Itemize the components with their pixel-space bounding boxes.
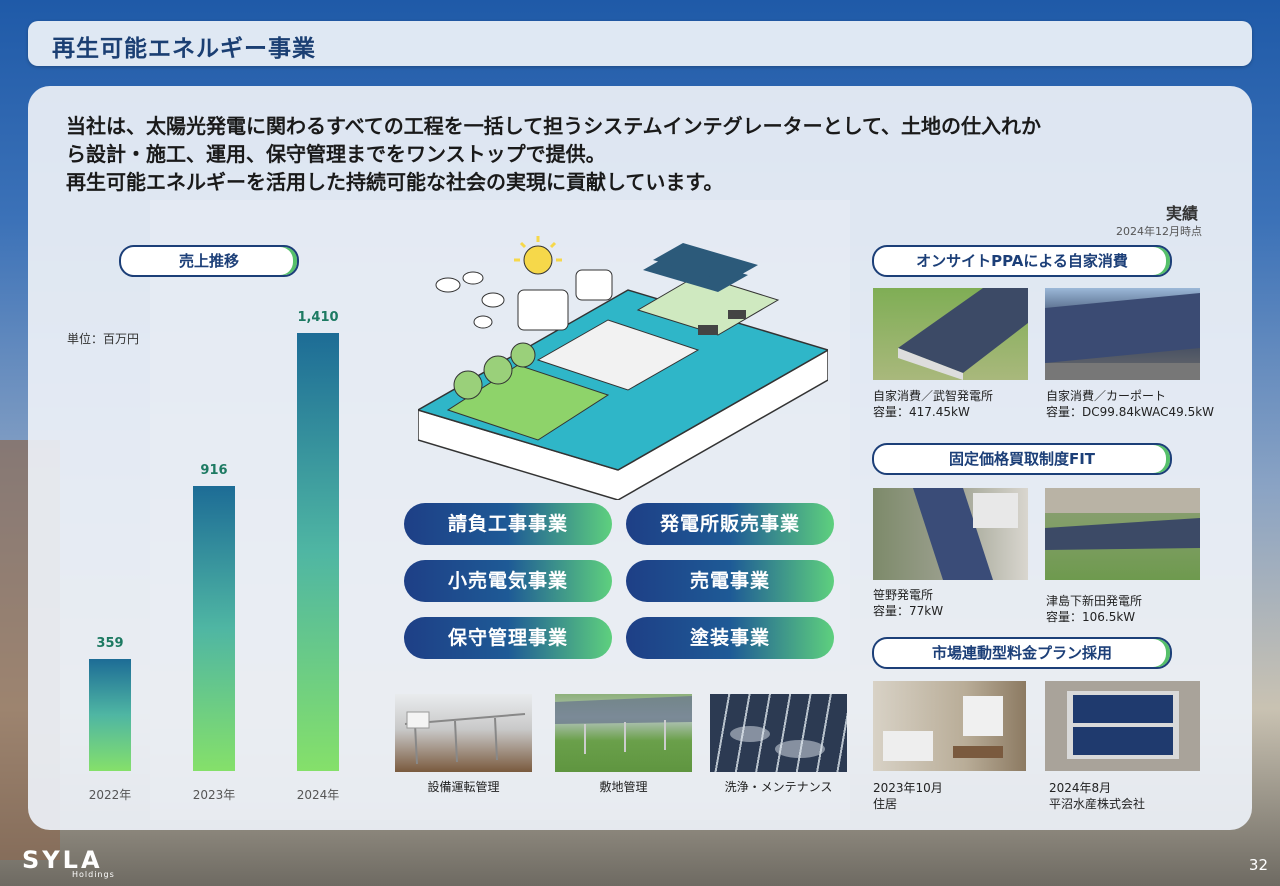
photo-hiranuma-suisan — [1045, 681, 1200, 771]
chart-category-label: 2024年 — [296, 788, 340, 802]
service-button-retail-electricity[interactable]: 小売電気事業 — [404, 560, 612, 602]
photo-site-management — [555, 694, 692, 772]
site-capacity: 容量：77kW — [873, 604, 944, 618]
service-button-plant-sales[interactable]: 発電所販売事業 — [626, 503, 834, 545]
site-caption: 2023年10月 住居 — [873, 780, 943, 812]
intro-line: 当社は、太陽光発電に関わるすべての工程を一括して担うシステムインテグレーターとし… — [66, 114, 1041, 138]
rooftop-solar-illustration — [898, 288, 1028, 380]
site-name: 津島下新田発電所 — [1046, 594, 1143, 608]
page-number: 32 — [1248, 856, 1268, 874]
solar-array-illustration — [555, 696, 692, 754]
chart-bar-value-label: 916 — [200, 463, 228, 479]
photo-equipment-operation — [395, 694, 532, 772]
photo-caption: 敷地管理 — [599, 780, 648, 794]
chart-unit: 単位：百万円 — [67, 332, 140, 346]
chart-bar-value-label: 1,410 — [297, 310, 339, 325]
chart-bar-value-label: 359 — [96, 636, 124, 652]
service-button-maintenance[interactable]: 保守管理事業 — [404, 617, 612, 659]
photo-caption: 洗浄・メンテナンス — [724, 780, 833, 794]
chart-bar — [297, 333, 339, 771]
site-caption: 自家消費／カーポート 容量：DC99.84kWAC49.5kW — [1046, 388, 1214, 420]
site-label: 住居 — [873, 797, 898, 811]
service-button-contract-construction[interactable]: 請負工事事業 — [404, 503, 612, 545]
interior-illustration — [883, 696, 1003, 761]
company-logo-sub: Holdings — [72, 870, 115, 879]
site-label: 平沼水産株式会社 — [1049, 797, 1146, 811]
sales-title-pill: 売上推移 — [119, 245, 299, 277]
achievements-label: 実績 — [1165, 204, 1198, 223]
photo-tsushima-plant — [1045, 488, 1200, 580]
site-capacity: 容量：106.5kW — [1046, 610, 1136, 624]
page-title: 再生可能エネルギー事業 — [52, 36, 316, 62]
site-caption: 自家消費／武智発電所 容量：417.45kW — [873, 388, 993, 420]
aerial-solar-illustration — [913, 488, 1018, 580]
site-capacity: 容量：417.45kW — [873, 405, 970, 419]
intro-line: 再生可能エネルギーを活用した持続可能な社会の実現に貢献しています。 — [66, 170, 724, 194]
carport-solar-illustration — [1045, 293, 1200, 380]
photo-sasano-plant — [873, 488, 1028, 580]
service-button-painting[interactable]: 塗装事業 — [626, 617, 834, 659]
site-name: 自家消費／カーポート — [1046, 389, 1167, 403]
rooftop-solar-illustration — [1067, 691, 1179, 759]
chart-category-label: 2022年 — [88, 788, 132, 802]
service-button-power-sales[interactable]: 売電事業 — [626, 560, 834, 602]
site-name: 自家消費／武智発電所 — [873, 389, 994, 403]
site-caption: 津島下新田発電所 容量：106.5kW — [1046, 593, 1142, 625]
chart-bar — [193, 486, 235, 771]
photo-carport — [1045, 288, 1200, 380]
as-of-date: 2024年12月時点 — [1116, 225, 1202, 238]
site-caption: 2024年8月 平沼水産株式会社 — [1049, 780, 1145, 812]
ppa-title-pill: オンサイトPPAによる自家消費 — [872, 245, 1172, 277]
site-date: 2023年10月 — [873, 781, 943, 795]
solar-rack-illustration — [404, 711, 526, 765]
photo-residence — [873, 681, 1026, 771]
chart-bar — [89, 659, 131, 771]
intro-line: ら設計・施工、運用、保守管理までをワンストップで提供。 — [66, 142, 606, 166]
aerial-solar-illustration — [1045, 488, 1200, 550]
site-caption: 笹野発電所 容量：77kW — [873, 587, 943, 619]
site-name: 笹野発電所 — [873, 588, 934, 602]
title-bar: 再生可能エネルギー事業 — [28, 21, 1252, 66]
photo-cleaning-maintenance — [710, 694, 847, 772]
photo-caption: 設備運転管理 — [427, 780, 500, 794]
photo-takechi-plant — [873, 288, 1028, 380]
market-title-pill: 市場連動型料金プラン採用 — [872, 637, 1172, 669]
chart-category-label: 2023年 — [192, 788, 236, 802]
site-date: 2024年8月 — [1049, 781, 1112, 795]
intro-text: 当社は、太陽光発電に関わるすべての工程を一括して担うシステムインテグレーターとし… — [66, 112, 1216, 196]
site-capacity: 容量：DC99.84kWAC49.5kW — [1046, 405, 1215, 419]
isometric-solar-illustration — [418, 236, 828, 500]
fit-title-pill: 固定価格買取制度FIT — [872, 443, 1172, 475]
solar-panel-surface-illustration — [730, 726, 825, 758]
